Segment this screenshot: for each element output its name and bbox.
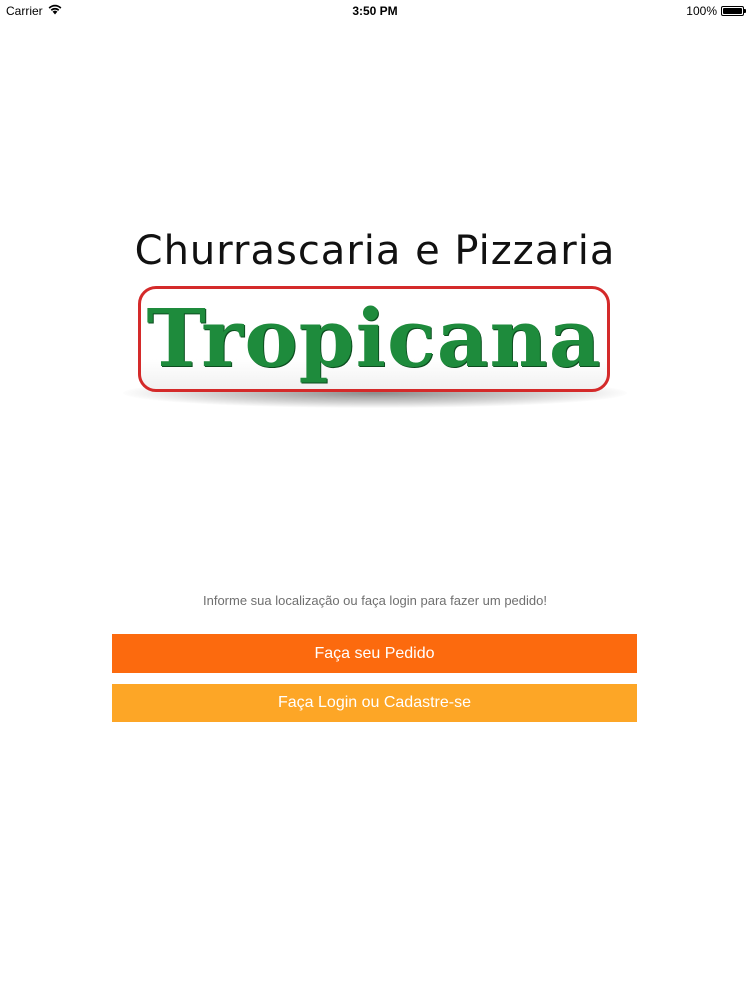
battery-tip xyxy=(744,9,746,13)
location-login-prompt: Informe sua localização ou faça login pa… xyxy=(203,593,547,608)
status-right: 100% xyxy=(686,4,746,18)
logo-name: Tropicana xyxy=(146,291,602,385)
battery-fill xyxy=(723,8,742,14)
status-time: 3:50 PM xyxy=(352,4,398,18)
restaurant-logo: Churrascaria e Pizzaria Tropicana xyxy=(115,228,635,418)
login-register-button[interactable]: Faça Login ou Cadastre-se xyxy=(112,684,637,722)
battery-icon xyxy=(721,6,746,16)
place-order-button[interactable]: Faça seu Pedido xyxy=(112,634,637,673)
logo-badge: Tropicana xyxy=(138,286,610,392)
battery-percent: 100% xyxy=(686,4,717,18)
logo-subtitle: Churrascaria e Pizzaria xyxy=(134,228,616,274)
status-bar: Carrier 3:50 PM 100% xyxy=(0,0,750,22)
